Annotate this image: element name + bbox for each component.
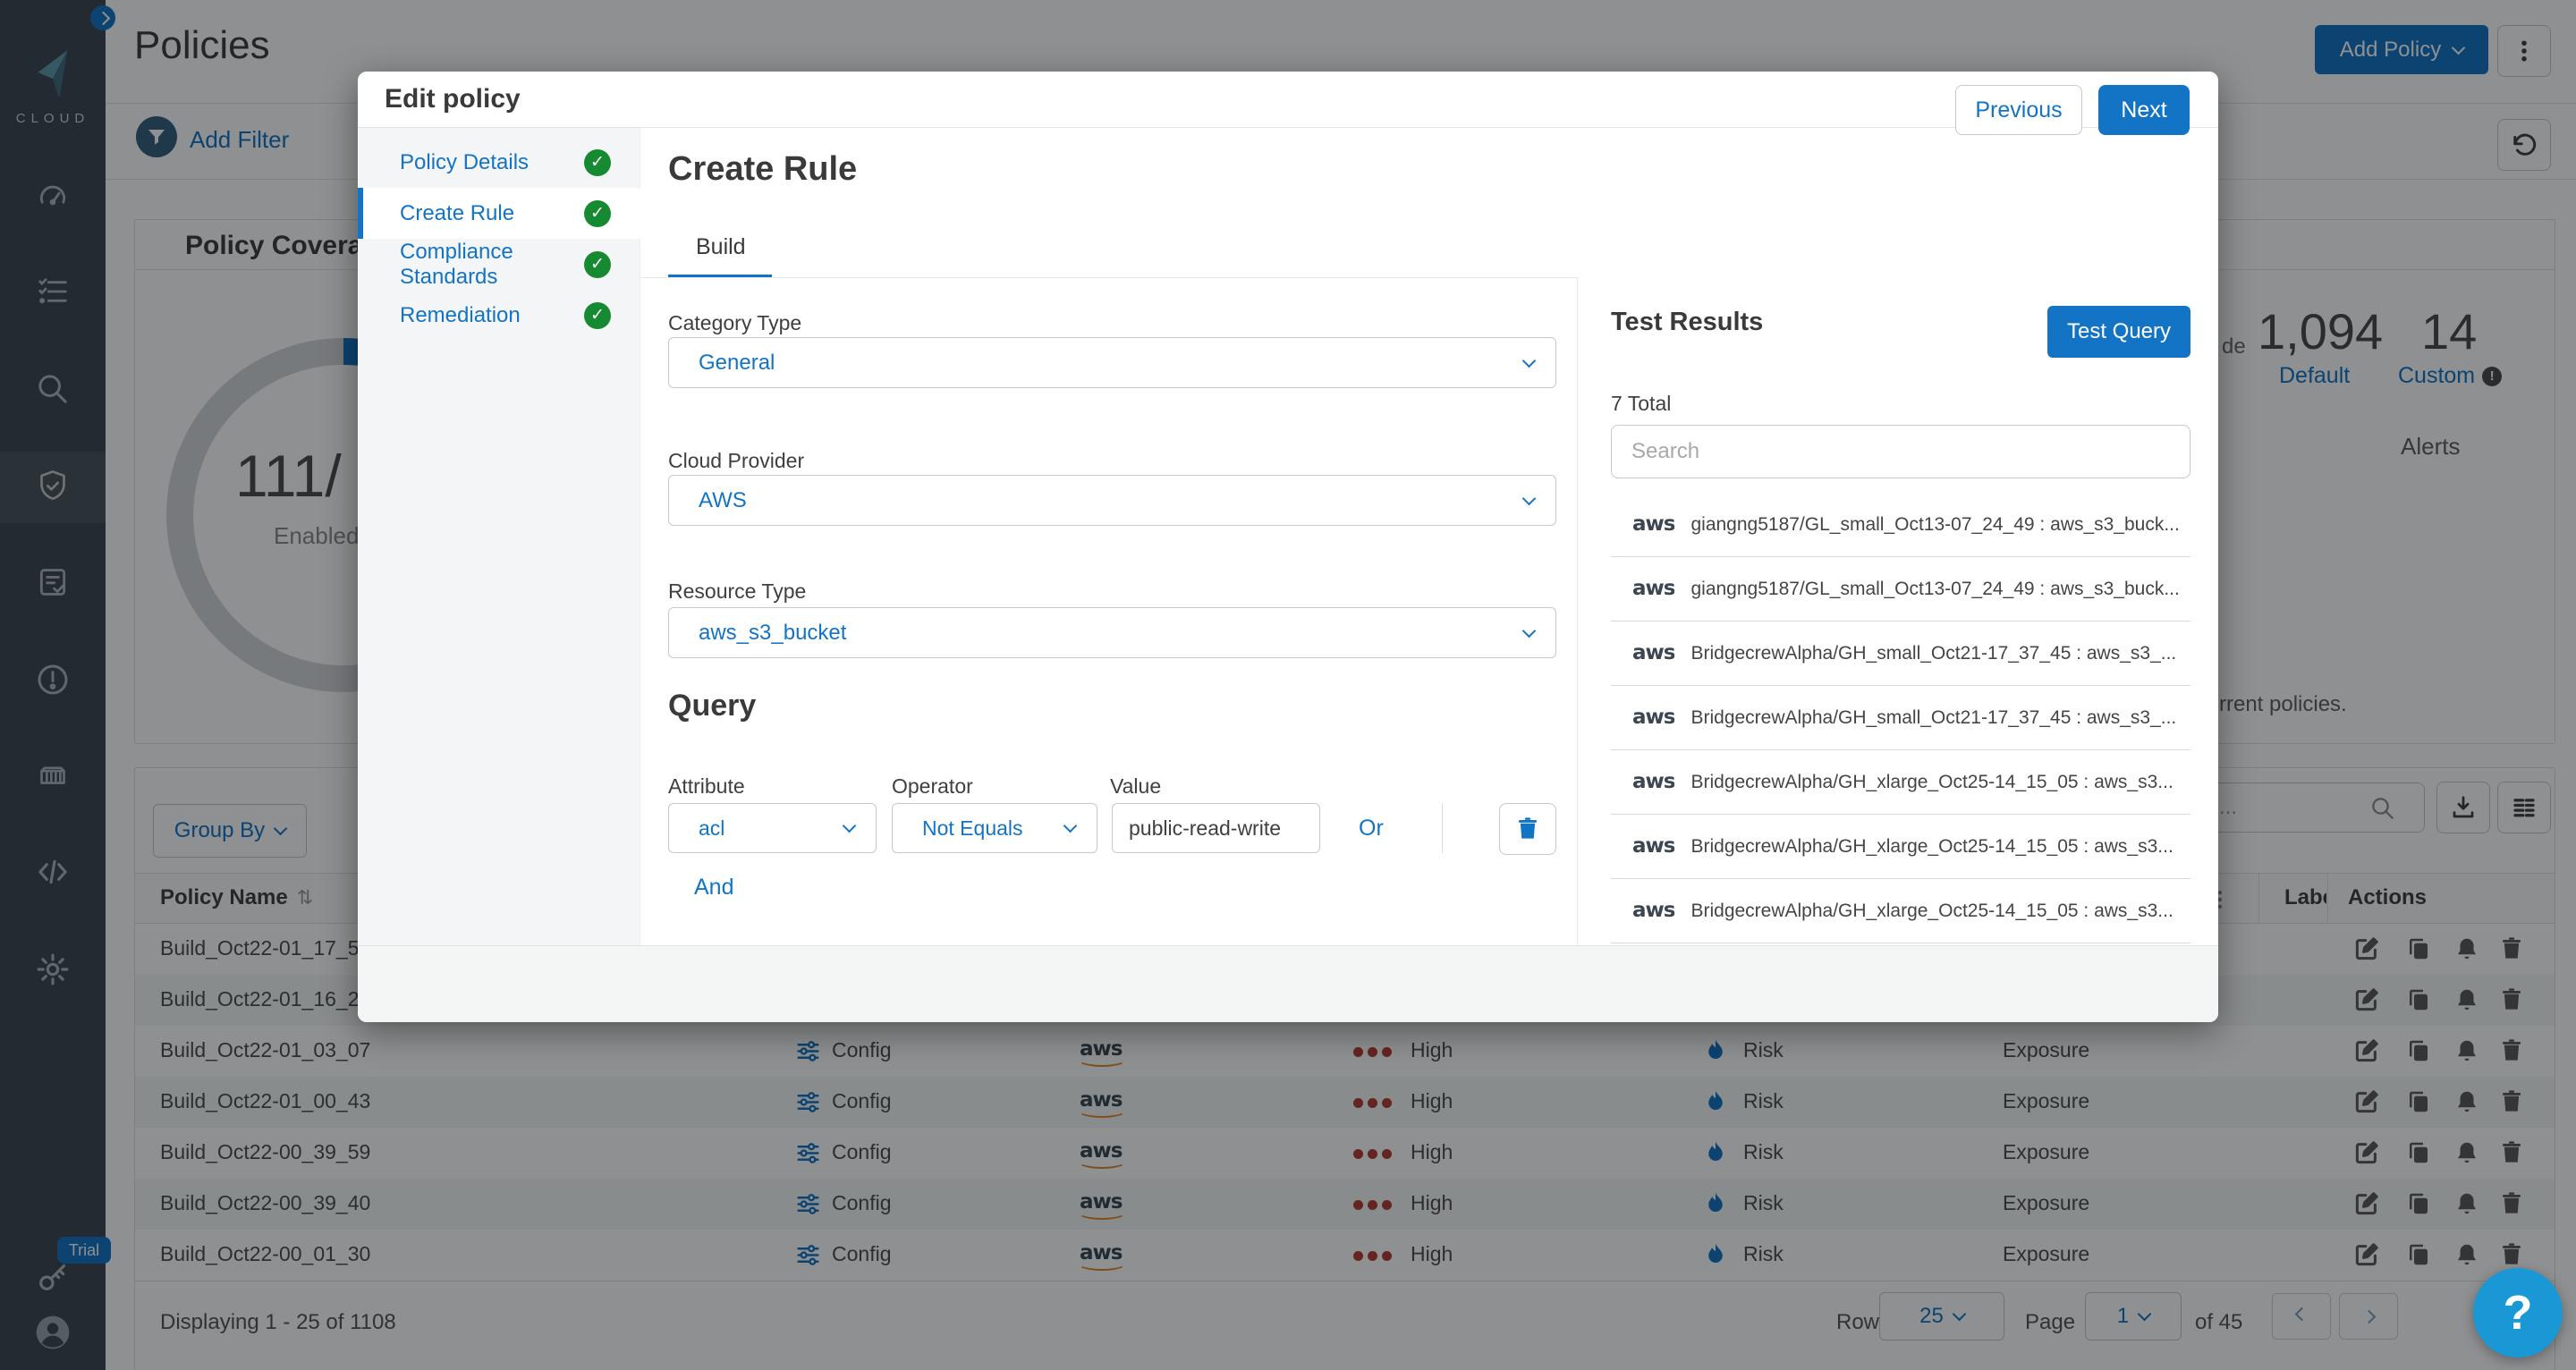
aws-icon: aws [1632,579,1674,599]
step-label: Remediation [400,303,521,328]
cloud-provider-select[interactable]: AWS [668,475,1556,526]
category-type-value: General [699,351,775,376]
result-text: giangng5187/GL_small_Oct13-07_24_49 : aw… [1690,514,2179,536]
test-query-button[interactable]: Test Query [2047,306,2190,358]
screen: CLOUD [0,0,2576,1370]
value-input[interactable] [1112,803,1320,853]
aws-icon: aws [1632,901,1674,921]
operator-select[interactable]: Not Equals [892,803,1097,853]
step-label: Policy Details [400,150,529,175]
test-result-item[interactable]: aws BridgecrewAlpha/GH_small_Oct21-17_37_… [1611,622,2190,686]
divider [1442,803,1443,853]
aws-icon: aws [1632,836,1674,857]
attribute-label: Attribute [668,774,745,799]
next-button[interactable]: Next [2098,85,2190,135]
result-text: BridgecrewAlpha/GH_xlarge_Oct25-14_15_05… [1690,772,2173,793]
aws-icon: aws [1632,772,1674,792]
trash-icon [1514,816,1541,842]
chevron-down-icon [1063,819,1078,833]
chevron-down-icon [1522,353,1537,368]
help-button[interactable]: ? [2473,1268,2563,1357]
step-label: Compliance Standards [400,240,584,290]
category-type-select[interactable]: General [668,337,1556,388]
aws-icon: aws [1632,514,1674,535]
test-results-title: Test Results [1611,308,1763,337]
step-compliance-standards[interactable]: Compliance Standards✓ [358,239,640,290]
result-text: BridgecrewAlpha/GH_small_Oct21-17_37_45 … [1690,643,2176,664]
modal-steps-nav: Policy Details ✓ Create Rule ✓ Compliance … [358,128,640,945]
resource-type-label: Resource Type [668,579,806,604]
resource-type-select[interactable]: aws_s3_bucket [668,607,1556,658]
step-create-rule[interactable]: Create Rule ✓ [358,188,640,239]
test-result-item[interactable]: aws BridgecrewAlpha/GH_xlarge_Oct25-14_15… [1611,815,2190,879]
operator-value: Not Equals [922,816,1023,841]
step-complete-icon: ✓ [584,302,611,329]
category-type-label: Category Type [668,311,801,335]
delete-query-row-button[interactable] [1499,803,1556,855]
resource-type-value: aws_s3_bucket [699,621,846,646]
result-text: BridgecrewAlpha/GH_small_Oct21-17_37_45 … [1690,707,2176,729]
modal-footer [358,945,2218,1022]
chevron-down-icon [843,819,857,833]
chevron-down-icon [1522,491,1537,505]
test-result-item[interactable]: aws giangng5187/GL_small_Oct13-07_24_49 :… [1611,557,2190,622]
aws-icon: aws [1632,643,1674,664]
chevron-down-icon [1522,623,1537,638]
cloud-provider-value: AWS [699,488,747,513]
or-button[interactable]: Or [1359,816,1384,841]
attribute-select[interactable]: acl [668,803,877,853]
test-result-item[interactable]: aws BridgecrewAlpha/GH_xlarge_Oct25-14_15… [1611,879,2190,943]
edit-policy-modal: Edit policy ✕ Policy Details✓ Create Rul… [358,72,2218,1022]
result-text: giangng5187/GL_small_Oct13-07_24_49 : aw… [1690,579,2179,600]
modal-section-heading: Create Rule [668,150,857,189]
step-remediation[interactable]: Remediation ✓ [358,290,640,341]
result-text: BridgecrewAlpha/GH_xlarge_Oct25-14_15_05… [1690,901,2173,922]
test-results-list: aws giangng5187/GL_small_Oct13-07_24_49 :… [1611,493,2190,943]
value-label: Value [1110,774,1161,799]
test-result-item[interactable]: aws giangng5187/GL_small_Oct13-07_24_49 :… [1611,493,2190,557]
tab-build[interactable]: Build [696,234,746,260]
and-button[interactable]: And [694,875,733,901]
test-results-total: 7 Total [1611,392,1671,416]
divider [640,277,1577,278]
step-policy-details[interactable]: Policy Details ✓ [358,137,640,188]
test-results-search-input[interactable] [1611,425,2190,478]
previous-button[interactable]: Previous [1955,85,2082,135]
divider [1577,277,1578,945]
step-complete-icon: ✓ [584,200,611,227]
modal-title: Edit policy [385,84,521,114]
step-complete-icon: ✓ [584,149,611,176]
aws-icon: aws [1632,707,1674,728]
cloud-provider-label: Cloud Provider [668,449,804,473]
query-heading: Query [668,689,756,723]
operator-label: Operator [892,774,973,799]
result-text: BridgecrewAlpha/GH_xlarge_Oct25-14_15_05… [1690,836,2173,858]
step-complete-icon: ✓ [584,251,611,278]
test-result-item[interactable]: aws BridgecrewAlpha/GH_small_Oct21-17_37_… [1611,686,2190,750]
attribute-value: acl [699,816,724,841]
step-label: Create Rule [400,201,514,226]
test-result-item[interactable]: aws BridgecrewAlpha/GH_xlarge_Oct25-14_15… [1611,750,2190,815]
